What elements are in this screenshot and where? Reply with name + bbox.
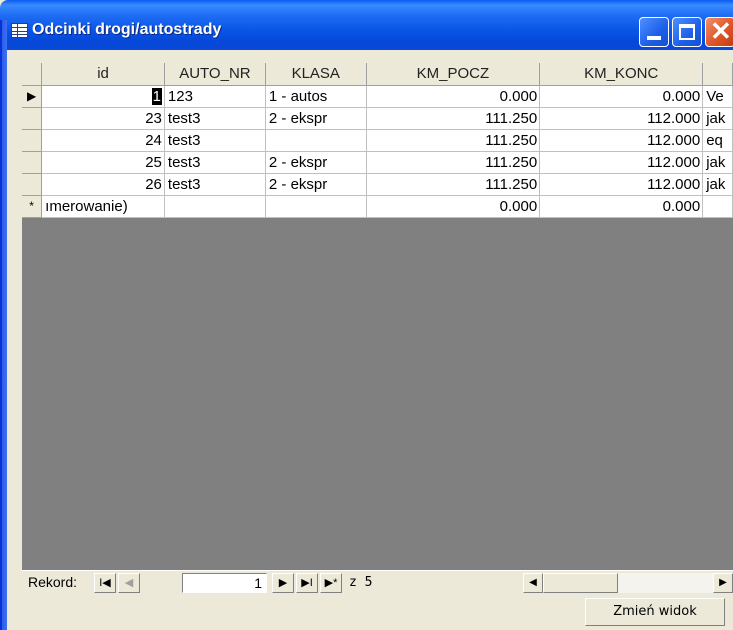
new-record-selector[interactable]: *	[22, 195, 43, 218]
record-selector[interactable]	[22, 173, 43, 196]
cell-auto-nr[interactable]: test3	[164, 173, 266, 196]
access-window: Odcinki drogi/autostrady ✕ id AUTO_NR KL…	[0, 0, 733, 630]
record-selector[interactable]	[22, 107, 43, 130]
cell-id[interactable]: 23	[41, 107, 165, 130]
cell-km-konc[interactable]: 112.000	[539, 107, 704, 130]
scroll-thumb[interactable]	[543, 573, 618, 593]
cell-klasa[interactable]	[265, 195, 367, 218]
cell-id[interactable]: 26	[41, 173, 165, 196]
cell-km-konc[interactable]: 0.000	[539, 85, 704, 108]
table-row: 26 test3 2 - ekspr 111.250 112.000 jak	[22, 173, 733, 196]
new-record-row: * ımerowanie) 0.000 0.000	[22, 195, 733, 218]
datasheet-grid: id AUTO_NR KLASA KM_POCZ KM_KONC ▶ 1 123…	[22, 63, 733, 218]
cell-auto-nr[interactable]: test3	[164, 151, 266, 174]
maximize-icon	[679, 24, 695, 40]
cell-extra[interactable]: jak	[702, 151, 733, 174]
cell-km-konc[interactable]: 0.000	[539, 195, 704, 218]
window-frame-left	[0, 20, 7, 630]
cell-extra[interactable]: Ve	[702, 85, 733, 108]
minimize-button[interactable]	[639, 17, 669, 47]
record-selector[interactable]	[22, 151, 43, 174]
cell-km-pocz[interactable]: 111.250	[366, 129, 541, 152]
table-row: 23 test3 2 - ekspr 111.250 112.000 jak	[22, 107, 733, 130]
column-header-klasa[interactable]: KLASA	[265, 63, 367, 86]
record-selector[interactable]	[22, 129, 43, 152]
last-record-button[interactable]: ▶I	[296, 573, 318, 593]
cell-auto-nr[interactable]: 123	[164, 85, 266, 108]
column-header-next[interactable]	[702, 63, 733, 86]
cell-klasa[interactable]: 2 - ekspr	[265, 173, 367, 196]
datasheet-icon	[11, 23, 28, 38]
current-record-input[interactable]: 1	[182, 573, 267, 593]
cell-km-pocz[interactable]: 111.250	[366, 151, 541, 174]
table-row: ▶ 1 123 1 - autos 0.000 0.000 Ve	[22, 85, 733, 108]
cell-km-pocz[interactable]: 0.000	[366, 195, 541, 218]
scroll-right-button[interactable]: ▶	[713, 573, 733, 593]
datasheet-left-strip	[7, 50, 22, 570]
cell-auto-nr[interactable]	[164, 195, 266, 218]
cell-km-pocz[interactable]: 0.000	[366, 85, 541, 108]
next-record-button[interactable]: ▶	[272, 573, 294, 593]
new-record-button[interactable]: ▶*	[320, 573, 342, 593]
cell-klasa[interactable]: 2 - ekspr	[265, 151, 367, 174]
cell-km-pocz[interactable]: 111.250	[366, 173, 541, 196]
window-title: Odcinki drogi/autostrady	[32, 21, 222, 38]
cell-extra[interactable]: jak	[702, 107, 733, 130]
close-button[interactable]: ✕	[705, 16, 733, 47]
cell-klasa[interactable]	[265, 129, 367, 152]
horizontal-scrollbar[interactable]: ◀ ▶	[523, 573, 733, 593]
cell-extra[interactable]: eq	[702, 129, 733, 152]
cell-auto-nr[interactable]: test3	[164, 107, 266, 130]
cell-km-konc[interactable]: 112.000	[539, 173, 704, 196]
cell-klasa[interactable]: 2 - ekspr	[265, 107, 367, 130]
title-bar[interactable]: Odcinki drogi/autostrady ✕	[0, 0, 733, 50]
column-header-auto-nr[interactable]: AUTO_NR	[164, 63, 266, 86]
first-record-button[interactable]: I◀	[94, 573, 116, 593]
record-selector[interactable]: ▶	[22, 85, 43, 108]
cell-km-pocz[interactable]: 111.250	[366, 107, 541, 130]
bottom-panel: Zmień widok	[22, 595, 733, 630]
column-header-km-pocz[interactable]: KM_POCZ	[366, 63, 541, 86]
header-row: id AUTO_NR KLASA KM_POCZ KM_KONC	[22, 63, 733, 86]
column-header-id[interactable]: id	[41, 63, 165, 86]
cell-extra[interactable]: jak	[702, 173, 733, 196]
change-view-button[interactable]: Zmień widok	[585, 598, 725, 626]
cell-id[interactable]: ımerowanie)	[41, 195, 165, 218]
record-count: z 5	[349, 575, 373, 590]
minimize-icon	[647, 36, 661, 40]
datasheet-area: id AUTO_NR KLASA KM_POCZ KM_KONC ▶ 1 123…	[7, 50, 733, 570]
cell-klasa[interactable]: 1 - autos	[265, 85, 367, 108]
maximize-button[interactable]	[672, 17, 702, 47]
record-navigation-bar: Rekord: I◀ ◀ 1 ▶ ▶I ▶* z 5 ◀ ▶	[22, 570, 733, 595]
cell-km-konc[interactable]: 112.000	[539, 129, 704, 152]
close-icon: ✕	[710, 16, 732, 46]
table-row: 24 test3 111.250 112.000 eq	[22, 129, 733, 152]
cell-id[interactable]: 25	[41, 151, 165, 174]
select-all-corner[interactable]	[22, 63, 43, 86]
column-header-km-konc[interactable]: KM_KONC	[539, 63, 704, 86]
previous-record-button[interactable]: ◀	[118, 573, 140, 593]
datasheet-top-strip	[7, 50, 733, 63]
cell-extra[interactable]	[702, 195, 733, 218]
cell-id[interactable]: 1	[41, 85, 165, 108]
table-row: 25 test3 2 - ekspr 111.250 112.000 jak	[22, 151, 733, 174]
scroll-left-button[interactable]: ◀	[523, 573, 543, 593]
cell-id[interactable]: 24	[41, 129, 165, 152]
record-label: Rekord:	[28, 574, 78, 590]
cell-km-konc[interactable]: 112.000	[539, 151, 704, 174]
cell-auto-nr[interactable]: test3	[164, 129, 266, 152]
